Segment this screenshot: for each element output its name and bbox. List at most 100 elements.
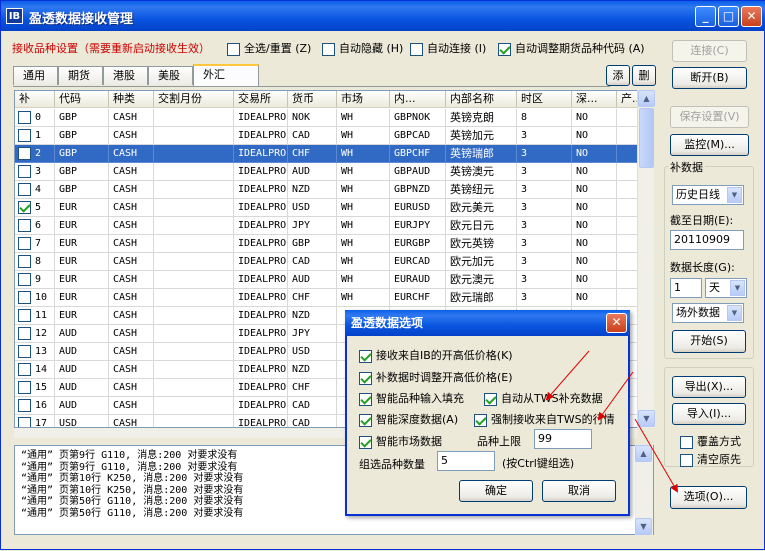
column-header[interactable]: 时区 <box>517 91 572 108</box>
row-checkbox[interactable] <box>18 183 31 196</box>
opt-auto-tws-fill[interactable]: 自动从TWS补充数据 <box>484 390 603 406</box>
log-scrollbar[interactable]: ▲ ▼ <box>635 445 653 535</box>
opt-smart-market-check[interactable] <box>359 435 372 449</box>
table-row[interactable]: 2 GBP CASH IDEALPRO CHF WH GBPCHF 英镑瑞郎 3 NO <box>15 145 653 163</box>
table-row[interactable]: 7 EUR CASH IDEALPRO GBP WH EURGBP 欧元英镑 3 NO <box>15 235 653 253</box>
auto-adjust-checkbox[interactable]: 自动调整期货品种代码 (A) <box>498 40 645 56</box>
row-checkbox[interactable] <box>18 273 31 286</box>
opt-auto-tws-fill-check[interactable] <box>484 392 497 406</box>
group-count-field[interactable]: 5 <box>437 451 495 471</box>
table-row[interactable]: 5 EUR CASH IDEALPRO USD WH EURUSD 欧元美元 3 NO <box>15 199 653 217</box>
export-button[interactable]: 导出(X)... <box>672 376 746 398</box>
minimize-button[interactable]: _ <box>695 6 716 27</box>
overwrite-check[interactable] <box>680 435 693 449</box>
opt-smart-depth[interactable]: 智能深度数据(A) <box>359 411 458 427</box>
column-header[interactable]: 交易所 <box>234 91 288 108</box>
maximize-button[interactable]: □ <box>718 6 739 27</box>
column-header[interactable]: 市场 <box>337 91 390 108</box>
auto-hide-checkbox[interactable]: 自动隐藏 (H) <box>322 40 403 56</box>
clear-original-checkbox[interactable]: 清空原先 <box>680 451 741 467</box>
row-checkbox[interactable] <box>18 345 31 358</box>
period-select[interactable]: 历史日线 ▼ <box>672 185 744 205</box>
save-settings-button[interactable]: 保存设置(V) <box>670 106 749 128</box>
connect-button[interactable]: 连接(C) <box>672 40 747 62</box>
row-checkbox[interactable] <box>18 363 31 376</box>
close-button[interactable]: ✕ <box>741 6 762 27</box>
scroll-up-icon[interactable]: ▲ <box>638 90 655 107</box>
column-header[interactable]: 内... <box>390 91 446 108</box>
row-checkbox[interactable] <box>18 201 31 214</box>
table-row[interactable]: 4 GBP CASH IDEALPRO NZD WH GBPNZD 英镑纽元 3 NO <box>15 181 653 199</box>
monitor-button[interactable]: 监控(M)... <box>670 134 749 156</box>
table-row[interactable]: 9 EUR CASH IDEALPRO AUD WH EURAUD 欧元澳元 3 NO <box>15 271 653 289</box>
opt-adjust-ohlc[interactable]: 补数据时调整开高低价格(E) <box>359 369 513 385</box>
tab-forex[interactable]: 外汇 <box>193 64 259 86</box>
table-row[interactable]: 1 GBP CASH IDEALPRO CAD WH GBPCAD 英镑加元 3 NO <box>15 127 653 145</box>
options-button[interactable]: 选项(O)... <box>670 486 747 509</box>
dialog-close-icon[interactable]: ✕ <box>606 313 627 333</box>
chevron-down-icon[interactable]: ▼ <box>727 305 742 321</box>
tab-futures[interactable]: 期货 <box>58 66 103 85</box>
log-scroll-down-icon[interactable]: ▼ <box>635 518 652 535</box>
table-row[interactable]: 6 EUR CASH IDEALPRO JPY WH EURJPY 欧元日元 3 NO <box>15 217 653 235</box>
add-tab-button[interactable]: 添 <box>606 65 630 86</box>
scroll-thumb[interactable] <box>639 108 654 168</box>
disconnect-button[interactable]: 断开(B) <box>672 67 747 89</box>
opt-force-tws-quote[interactable]: 强制接收来自TWS的行情 <box>474 411 615 427</box>
row-checkbox[interactable] <box>18 165 31 178</box>
row-checkbox[interactable] <box>18 255 31 268</box>
column-header[interactable]: 种类 <box>109 91 154 108</box>
auto-adjust-check[interactable] <box>498 42 511 56</box>
opt-ohlc-from-ib-check[interactable] <box>359 349 372 363</box>
dialog-title-bar[interactable]: 盈透数据选项 ✕ <box>345 310 630 336</box>
opt-smart-depth-check[interactable] <box>359 413 372 427</box>
table-row[interactable]: 3 GBP CASH IDEALPRO AUD WH GBPAUD 英镑澳元 3 NO <box>15 163 653 181</box>
grid-vertical-scrollbar[interactable]: ▲ ▼ <box>637 90 655 428</box>
auto-connect-checkbox[interactable]: 自动连接 (I) <box>410 40 486 56</box>
auto-hide-check[interactable] <box>322 42 335 56</box>
column-header[interactable]: 货币 <box>288 91 337 108</box>
limit-field[interactable]: 99 <box>534 429 592 449</box>
column-header[interactable]: 代码 <box>55 91 109 108</box>
row-checkbox[interactable] <box>18 381 31 394</box>
row-checkbox[interactable] <box>18 291 31 304</box>
column-header[interactable]: 内部名称 <box>446 91 517 108</box>
row-checkbox[interactable] <box>18 327 31 340</box>
dialog-ok-button[interactable]: 确定 <box>459 480 533 502</box>
unit-select[interactable]: 天 ▼ <box>705 278 747 298</box>
row-checkbox[interactable] <box>18 111 31 124</box>
column-header[interactable]: 补 <box>15 91 55 108</box>
length-field[interactable]: 1 <box>670 278 702 298</box>
row-checkbox[interactable] <box>18 237 31 250</box>
tab-hk-stocks[interactable]: 港股 <box>103 66 148 85</box>
row-checkbox[interactable] <box>18 309 31 322</box>
opt-smart-fill[interactable]: 智能品种输入填充 <box>359 390 464 406</box>
dialog-cancel-button[interactable]: 取消 <box>542 480 616 502</box>
scroll-down-icon[interactable]: ▼ <box>638 410 655 427</box>
row-checkbox[interactable] <box>18 147 31 160</box>
column-header[interactable]: 深... <box>572 91 617 108</box>
column-header[interactable]: 交割月份 <box>154 91 234 108</box>
overwrite-checkbox[interactable]: 覆盖方式 <box>680 433 741 449</box>
table-row[interactable]: 8 EUR CASH IDEALPRO CAD WH EURCAD 欧元加元 3 NO <box>15 253 653 271</box>
opt-force-tws-quote-check[interactable] <box>474 413 487 427</box>
end-date-field[interactable]: 20110909 <box>670 230 744 250</box>
title-bar[interactable]: IB 盈透数据接收管理 _ □ ✕ <box>1 1 765 31</box>
clear-original-check[interactable] <box>680 453 693 467</box>
tab-us-stocks[interactable]: 美股 <box>148 66 193 85</box>
row-checkbox[interactable] <box>18 129 31 142</box>
delete-tab-button[interactable]: 删 <box>632 65 656 86</box>
table-row[interactable]: 0 GBP CASH IDEALPRO NOK WH GBPNOK 英镑克朗 8 NO <box>15 109 653 127</box>
opt-smart-fill-check[interactable] <box>359 392 372 406</box>
opt-smart-market[interactable]: 智能市场数据 <box>359 433 442 449</box>
start-button[interactable]: 开始(S) <box>672 330 746 353</box>
row-checkbox[interactable] <box>18 417 31 427</box>
table-row[interactable]: 10 EUR CASH IDEALPRO CHF WH EURCHF 欧元瑞郎 3 NO <box>15 289 653 307</box>
select-all-check[interactable] <box>227 42 240 56</box>
opt-ohlc-from-ib[interactable]: 接收来自IB的开高低价格(K) <box>359 347 513 363</box>
row-checkbox[interactable] <box>18 219 31 232</box>
source-select[interactable]: 场外数据 ▼ <box>672 303 744 323</box>
row-checkbox[interactable] <box>18 399 31 412</box>
opt-adjust-ohlc-check[interactable] <box>359 371 372 385</box>
log-scroll-up-icon[interactable]: ▲ <box>635 445 652 462</box>
